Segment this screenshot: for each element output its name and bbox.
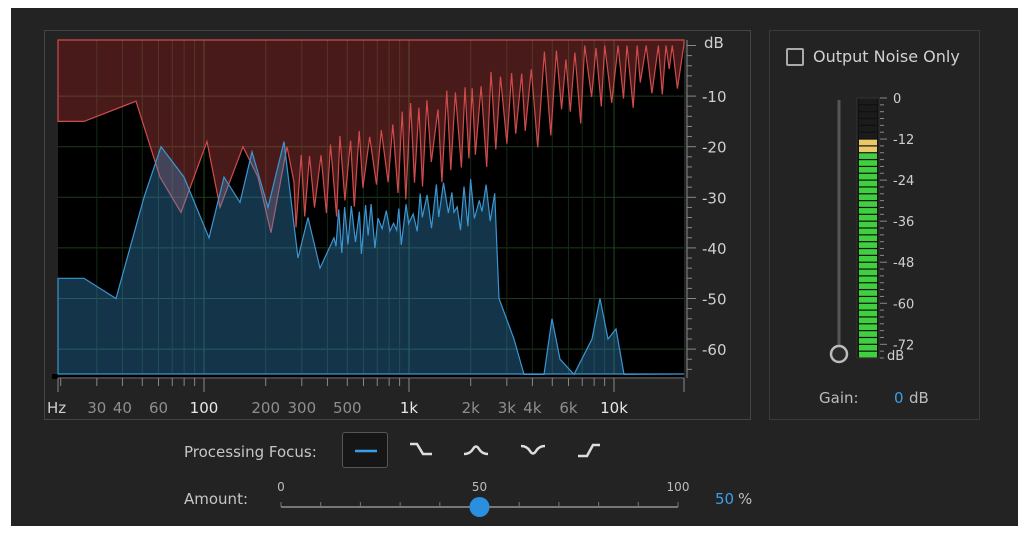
freq-axis: Hz 30 40 60 100 200 300 500 1k 2k 3k 4k 6k 10k bbox=[47, 377, 685, 417]
freq-tick-label: 30 bbox=[87, 399, 106, 417]
amount-slider[interactable]: 0 50 100 bbox=[270, 478, 690, 523]
meter-segment bbox=[859, 338, 877, 344]
amount-unit: % bbox=[738, 490, 753, 508]
meter-tick-label: -48 bbox=[893, 256, 914, 271]
freq-tick-label: 300 bbox=[287, 399, 316, 417]
flat-curve-icon bbox=[355, 449, 377, 453]
freq-tick-label: 4k bbox=[523, 399, 542, 417]
meter-segment bbox=[859, 235, 877, 242]
amount-max-label: 100 bbox=[667, 480, 690, 494]
db-axis: dB -10 -20 -30 -40 -50 -60 bbox=[686, 34, 727, 378]
meter-segment bbox=[859, 255, 877, 262]
gain-fader-knob[interactable] bbox=[829, 344, 849, 364]
output-noise-only-checkbox[interactable] bbox=[786, 48, 804, 66]
meter-segment bbox=[859, 242, 877, 248]
amount-label: Amount: bbox=[184, 490, 248, 508]
freq-tick-label: 200 bbox=[251, 399, 280, 417]
gain-value[interactable]: 0 bbox=[894, 389, 904, 407]
meter-segment bbox=[859, 331, 877, 337]
meter-tick-label: -12 bbox=[893, 133, 914, 148]
db-tick-label: -40 bbox=[702, 240, 727, 258]
meter-scale: 0-12-24-36-48-60-72dB bbox=[880, 92, 914, 364]
output-level-meter: 0-12-24-36-48-60-72dB bbox=[829, 92, 914, 364]
low-shelf-cut-icon bbox=[578, 443, 600, 458]
meter-segment bbox=[859, 112, 877, 118]
meter-segment bbox=[859, 344, 877, 351]
focus-mid-boost-button[interactable] bbox=[453, 432, 499, 468]
meter-segment bbox=[859, 119, 877, 125]
meter-segment bbox=[859, 139, 877, 146]
processing-focus-label: Processing Focus: bbox=[184, 443, 317, 461]
meter-segment bbox=[859, 173, 877, 180]
meter-segment bbox=[859, 208, 877, 214]
meter-tick-label: -24 bbox=[893, 174, 914, 189]
meter-segment bbox=[859, 297, 877, 303]
freq-tick-label: 500 bbox=[333, 399, 362, 417]
amount-min-label: 0 bbox=[277, 480, 285, 494]
meter-segment bbox=[859, 187, 877, 194]
meter-tick-label: -60 bbox=[893, 297, 914, 312]
meter-segment bbox=[859, 303, 877, 310]
focus-high-shelf-cut-button[interactable] bbox=[398, 432, 444, 468]
meter-segment bbox=[859, 228, 877, 235]
meter-tick-label: 0 bbox=[893, 92, 901, 107]
meter-segment bbox=[859, 105, 877, 112]
meter-segment bbox=[859, 269, 877, 276]
gain-label: Gain: bbox=[819, 389, 859, 407]
meter-segment bbox=[859, 351, 877, 358]
freq-tick-label: 100 bbox=[190, 399, 219, 417]
freq-tick-label: 40 bbox=[113, 399, 132, 417]
db-tick-label: -20 bbox=[702, 139, 727, 157]
meter-segment bbox=[859, 290, 877, 296]
freq-tick-label: 60 bbox=[149, 399, 168, 417]
meter-segment bbox=[859, 317, 877, 324]
focus-low-shelf-cut-button[interactable] bbox=[566, 432, 612, 468]
db-unit-label: dB bbox=[704, 34, 724, 52]
meter-unit-label: dB bbox=[887, 349, 904, 364]
meter-segment bbox=[859, 262, 877, 269]
meter-segment bbox=[859, 125, 877, 132]
meter-segment bbox=[859, 160, 877, 166]
amount-value[interactable]: 50 bbox=[715, 490, 734, 508]
db-tick-label: -30 bbox=[702, 189, 727, 207]
freq-tick-label: 2k bbox=[462, 399, 481, 417]
freq-tick-label: 1k bbox=[400, 399, 419, 417]
db-tick-label: -50 bbox=[702, 291, 727, 309]
amount-mid-label: 50 bbox=[472, 480, 487, 494]
freq-tick-label: 6k bbox=[559, 399, 578, 417]
focus-mid-cut-button[interactable] bbox=[510, 432, 556, 468]
meter-segment bbox=[859, 283, 877, 289]
meter-segment bbox=[859, 324, 877, 331]
meter-segment bbox=[859, 249, 877, 255]
amount-slider-thumb[interactable] bbox=[469, 497, 490, 517]
high-shelf-cut-icon bbox=[410, 442, 432, 456]
meter-tick-label: -36 bbox=[893, 215, 914, 230]
freq-tick-label: 3k bbox=[498, 399, 517, 417]
meter-segment bbox=[859, 221, 877, 228]
freq-tick-label: 10k bbox=[600, 399, 628, 417]
spectrum-graph: dB -10 -20 -30 -40 -50 -60 Hz 30 40 60 100 200 300 500… bbox=[47, 34, 727, 417]
meter-segment bbox=[859, 167, 877, 173]
meter-segment bbox=[859, 310, 877, 317]
meter-segment bbox=[859, 194, 877, 201]
focus-flat-button[interactable] bbox=[342, 432, 388, 468]
meter-segment bbox=[859, 214, 877, 221]
meter-segment bbox=[859, 98, 877, 105]
output-noise-only-label: Output Noise Only bbox=[813, 47, 960, 66]
mid-cut-icon bbox=[520, 444, 546, 455]
meter-segment bbox=[859, 146, 877, 153]
db-tick-label: -60 bbox=[702, 341, 727, 359]
db-tick-label: -10 bbox=[702, 88, 727, 106]
freq-unit-label: Hz bbox=[47, 399, 66, 417]
mid-boost-icon bbox=[463, 445, 489, 456]
gain-unit: dB bbox=[909, 389, 929, 407]
meter-segment bbox=[859, 132, 877, 139]
meter-segment bbox=[859, 276, 877, 283]
meter-segment bbox=[859, 180, 877, 187]
meter-segment bbox=[859, 153, 877, 159]
meter-segment bbox=[859, 201, 877, 207]
